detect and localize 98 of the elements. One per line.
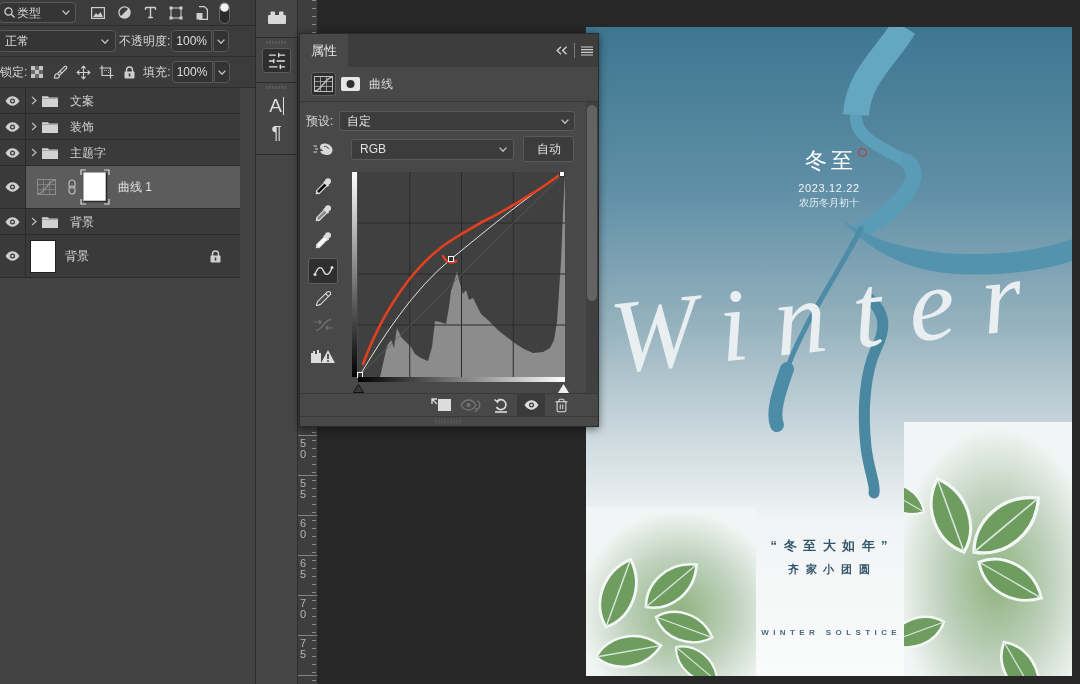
search-icon bbox=[4, 7, 15, 18]
opacity-field[interactable]: 100% bbox=[171, 30, 213, 52]
dropdown-button[interactable] bbox=[213, 61, 230, 83]
poster-title: 冬至 bbox=[803, 147, 858, 174]
image-icon[interactable] bbox=[91, 6, 105, 19]
chevron-icon[interactable] bbox=[31, 96, 37, 105]
curve-grid-icon bbox=[314, 76, 333, 92]
document-icon[interactable] bbox=[196, 5, 208, 20]
layer-name: 背景 bbox=[70, 213, 94, 231]
layer-name: 主题字 bbox=[70, 144, 106, 162]
eye-arrow-icon bbox=[460, 398, 482, 412]
lock-icon bbox=[210, 249, 221, 263]
eyedropper-icon bbox=[314, 177, 332, 195]
mask-icon bbox=[340, 77, 360, 91]
hand-icon[interactable] bbox=[313, 142, 333, 156]
lock-label: 锁定: bbox=[0, 64, 28, 81]
eyedropper-icon bbox=[314, 231, 332, 249]
poster-tagline: WINTER SOLSTICE bbox=[760, 628, 902, 638]
eye-icon[interactable] bbox=[5, 121, 20, 132]
panel-tab[interactable]: 属性 bbox=[300, 34, 348, 67]
layer-name: 文案 bbox=[70, 92, 94, 110]
caret-icon bbox=[561, 118, 569, 124]
folder-icon bbox=[42, 120, 58, 133]
fill-field[interactable]: 100% bbox=[171, 61, 213, 83]
reset-icon bbox=[493, 397, 509, 413]
curve-points-icon bbox=[312, 265, 334, 277]
auto-button[interactable]: 自动 bbox=[523, 136, 574, 162]
move-icon[interactable] bbox=[75, 64, 91, 80]
poster-subtitle: 齐家小团圆 bbox=[787, 562, 877, 576]
scrollbar-thumb[interactable] bbox=[587, 105, 597, 301]
brush-icon[interactable] bbox=[52, 64, 68, 80]
layer-filter-dropdown[interactable]: 类型 bbox=[0, 2, 76, 23]
adjustment-title: 曲线 bbox=[369, 76, 393, 93]
blend-mode-dropdown[interactable]: 正常 bbox=[0, 30, 116, 52]
lunar-date: 农历冬月初十 bbox=[799, 197, 859, 209]
ruler-label: 65 bbox=[300, 558, 308, 580]
adjustments-panel-button[interactable] bbox=[262, 48, 291, 73]
opacity-label: 不透明度: bbox=[119, 33, 171, 50]
eye-icon[interactable] bbox=[5, 95, 20, 106]
menu-icon[interactable] bbox=[581, 45, 593, 56]
layer-name: 曲线 1 bbox=[118, 179, 152, 196]
chevron-icon[interactable] bbox=[31, 148, 37, 157]
type-icon[interactable] bbox=[142, 5, 158, 20]
ruler-label: 60 bbox=[300, 518, 308, 540]
arrow-square-icon bbox=[430, 398, 452, 412]
curve-arrows-icon bbox=[312, 318, 334, 332]
layer-thumbnail bbox=[30, 239, 56, 273]
checkerboard-icon[interactable] bbox=[31, 66, 44, 78]
visibility-button[interactable] bbox=[517, 394, 545, 416]
folder-icon bbox=[42, 215, 58, 228]
caret-icon bbox=[217, 69, 226, 75]
curve-point[interactable] bbox=[559, 172, 565, 177]
eyedropper-icon bbox=[314, 204, 332, 222]
histogram-warning-icon bbox=[311, 349, 335, 363]
caret-icon bbox=[499, 146, 507, 152]
crop-icon[interactable] bbox=[98, 65, 114, 79]
eye-icon[interactable] bbox=[5, 147, 20, 158]
caret-icon bbox=[217, 38, 226, 44]
brick-icon bbox=[267, 11, 286, 24]
layer-row[interactable]: 曲线 1 bbox=[26, 166, 240, 209]
channel-dropdown[interactable]: RGB bbox=[351, 138, 514, 160]
layer-name: 装饰 bbox=[70, 118, 94, 136]
layer-name: 背景 bbox=[65, 248, 89, 265]
eye-icon bbox=[523, 400, 539, 410]
link-icon bbox=[68, 179, 76, 195]
folder-icon bbox=[42, 94, 58, 107]
pencil-icon bbox=[314, 289, 332, 307]
chevron-icon[interactable] bbox=[31, 122, 37, 131]
toggle-switch[interactable] bbox=[219, 1, 230, 24]
folder-icon bbox=[42, 146, 58, 159]
eye-icon[interactable] bbox=[5, 216, 20, 227]
preset-label: 预设: bbox=[306, 113, 334, 130]
caret-icon bbox=[101, 38, 109, 44]
poster-quote: “冬至大如年” bbox=[769, 538, 894, 554]
contrast-icon[interactable] bbox=[117, 6, 131, 19]
caret-icon bbox=[62, 10, 70, 15]
preset-dropdown[interactable]: 自定 bbox=[339, 111, 575, 131]
sliders-icon bbox=[266, 50, 287, 71]
script-word: Winter bbox=[605, 240, 1054, 390]
ruler-label: 70 bbox=[300, 598, 308, 620]
eye-icon[interactable] bbox=[5, 182, 20, 192]
curve-grid-icon bbox=[37, 179, 56, 195]
trash-icon bbox=[553, 397, 569, 413]
collapse-icon[interactable] bbox=[556, 46, 568, 55]
poster-date: 2023.12.22 bbox=[798, 182, 860, 195]
points-tool-button[interactable] bbox=[308, 258, 338, 284]
shadow-slider-handle[interactable] bbox=[353, 384, 364, 393]
adjustment-view-button[interactable] bbox=[311, 72, 336, 96]
ruler-label: 50 bbox=[300, 438, 308, 460]
square-handles-icon[interactable] bbox=[169, 5, 183, 20]
fill-label: 填充: bbox=[143, 64, 171, 81]
eye-icon[interactable] bbox=[5, 251, 20, 261]
ruler-label: 75 bbox=[300, 638, 308, 660]
ruler-label: 55 bbox=[300, 478, 308, 500]
chevron-icon[interactable] bbox=[31, 217, 37, 226]
dropdown-button[interactable] bbox=[213, 30, 230, 52]
mask-thumbnail bbox=[80, 169, 110, 205]
lock-icon bbox=[123, 65, 135, 79]
